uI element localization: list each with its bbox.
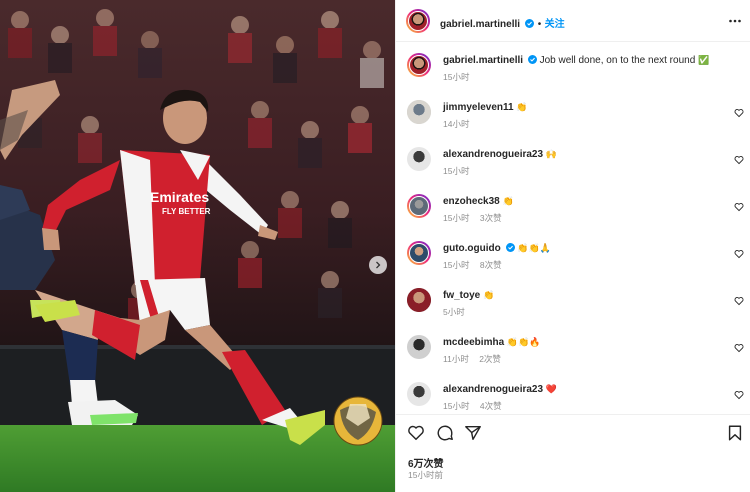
comment-time: 11小时 [443, 354, 469, 364]
caption-time: 15小时 [443, 72, 470, 82]
commenter-avatar[interactable] [407, 147, 431, 171]
comment-username[interactable]: mcdeebimha [443, 337, 504, 348]
commenter-avatar[interactable] [407, 382, 431, 406]
follow-button[interactable]: 关注 [545, 19, 565, 30]
more-options-icon[interactable] [728, 14, 742, 28]
verified-badge-icon [505, 243, 515, 252]
comment-item: enzoheck38 👏 15小时 3次赞 [396, 194, 750, 234]
comment-username[interactable]: jimmyeleven11 [443, 102, 514, 113]
post-photo[interactable]: Emirates FLY BETTER [0, 0, 395, 492]
comment-item: jimmyeleven11 👏 14小时 [396, 100, 750, 140]
comment-likes[interactable]: 4次赞 [480, 401, 502, 411]
comment-text: 👏 [502, 196, 514, 206]
comment-time: 15小时 [443, 401, 470, 411]
comment-item: alexandrenogueira23 🙌 15小时 [396, 147, 750, 187]
post-header: gabriel.martinelli • 关注 [396, 0, 750, 42]
comment-item: fw_toye 👏 5小时 [396, 288, 750, 328]
post-caption: gabriel.martinelli Job well done, on to … [396, 53, 750, 93]
post-timestamp: 15小时前 [408, 470, 443, 480]
verified-badge-icon [525, 19, 535, 28]
comment-likes[interactable]: 8次赞 [480, 260, 502, 270]
comment-text: 👏👏🙏 [517, 243, 551, 253]
comment-text: ❤️ [545, 384, 558, 394]
football [333, 396, 383, 446]
post-actions-bar: 6万次赞 15小时前 [396, 414, 750, 492]
shirt-sponsor-text: Emirates [150, 189, 209, 205]
commenter-avatar[interactable] [407, 335, 431, 359]
commenter-avatar[interactable] [407, 100, 431, 124]
comment-time: 15小时 [443, 260, 470, 270]
comment-item: mcdeebimha 👏👏🔥 11小时 2次赞 [396, 335, 750, 375]
comment-item: alexandrenogueira23 ❤️ 15小时 4次赞 [396, 382, 750, 413]
commenter-avatar[interactable] [407, 194, 431, 218]
heart-icon[interactable] [734, 390, 744, 400]
heart-icon[interactable] [734, 249, 744, 259]
author-avatar[interactable] [407, 53, 431, 77]
heart-icon[interactable] [734, 296, 744, 306]
comment-text: 👏 [483, 290, 495, 300]
comment-text: 👏 [516, 102, 528, 112]
caption-text: Job well done, on to the next round [539, 55, 696, 66]
comment-username[interactable]: alexandrenogueira23 [443, 149, 543, 160]
comment-icon[interactable] [436, 424, 454, 442]
heart-icon[interactable] [734, 202, 744, 212]
comment-text: 🙌 [545, 149, 558, 159]
comment-username[interactable]: alexandrenogueira23 [443, 384, 543, 395]
comment-username[interactable]: guto.oguido [443, 243, 501, 254]
like-count[interactable]: 6万次赞 [408, 455, 444, 470]
chevron-right-icon [376, 261, 381, 269]
comment-username[interactable]: fw_toye [443, 290, 480, 301]
commenter-avatar[interactable] [407, 241, 431, 265]
match-photo-illustration: Emirates FLY BETTER [0, 0, 395, 492]
bookmark-icon[interactable] [726, 424, 744, 442]
separator-dot: • [537, 19, 542, 30]
comment-time: 14小时 [443, 119, 470, 129]
heart-icon[interactable] [734, 108, 744, 118]
comment-username[interactable]: enzoheck38 [443, 196, 500, 207]
comment-text: 👏👏🔥 [506, 337, 541, 347]
author-avatar[interactable] [406, 9, 430, 33]
share-icon[interactable] [464, 424, 482, 442]
heart-icon[interactable] [734, 343, 744, 353]
comment-time: 15小时 [443, 166, 470, 176]
heart-icon[interactable] [407, 424, 425, 442]
post-side-panel: gabriel.martinelli • 关注 gabriel.martinel… [395, 0, 750, 492]
comment-likes[interactable]: 3次赞 [480, 213, 502, 223]
shirt-sponsor-tagline: FLY BETTER [162, 207, 211, 216]
carousel-next-button[interactable] [369, 256, 387, 274]
commenter-avatar[interactable] [407, 288, 431, 312]
heart-icon[interactable] [734, 155, 744, 165]
author-username[interactable]: gabriel.martinelli [440, 19, 520, 30]
verified-badge-icon [527, 55, 537, 64]
caption-username[interactable]: gabriel.martinelli [443, 55, 523, 66]
comments-list[interactable]: gabriel.martinelli Job well done, on to … [396, 43, 750, 413]
comment-time: 15小时 [443, 213, 470, 223]
comment-time: 5小时 [443, 307, 465, 317]
comment-likes[interactable]: 2次赞 [479, 354, 501, 364]
caption-emoji: ✅ [698, 55, 710, 65]
comment-item: guto.oguido 👏👏🙏 15小时 8次赞 [396, 241, 750, 281]
